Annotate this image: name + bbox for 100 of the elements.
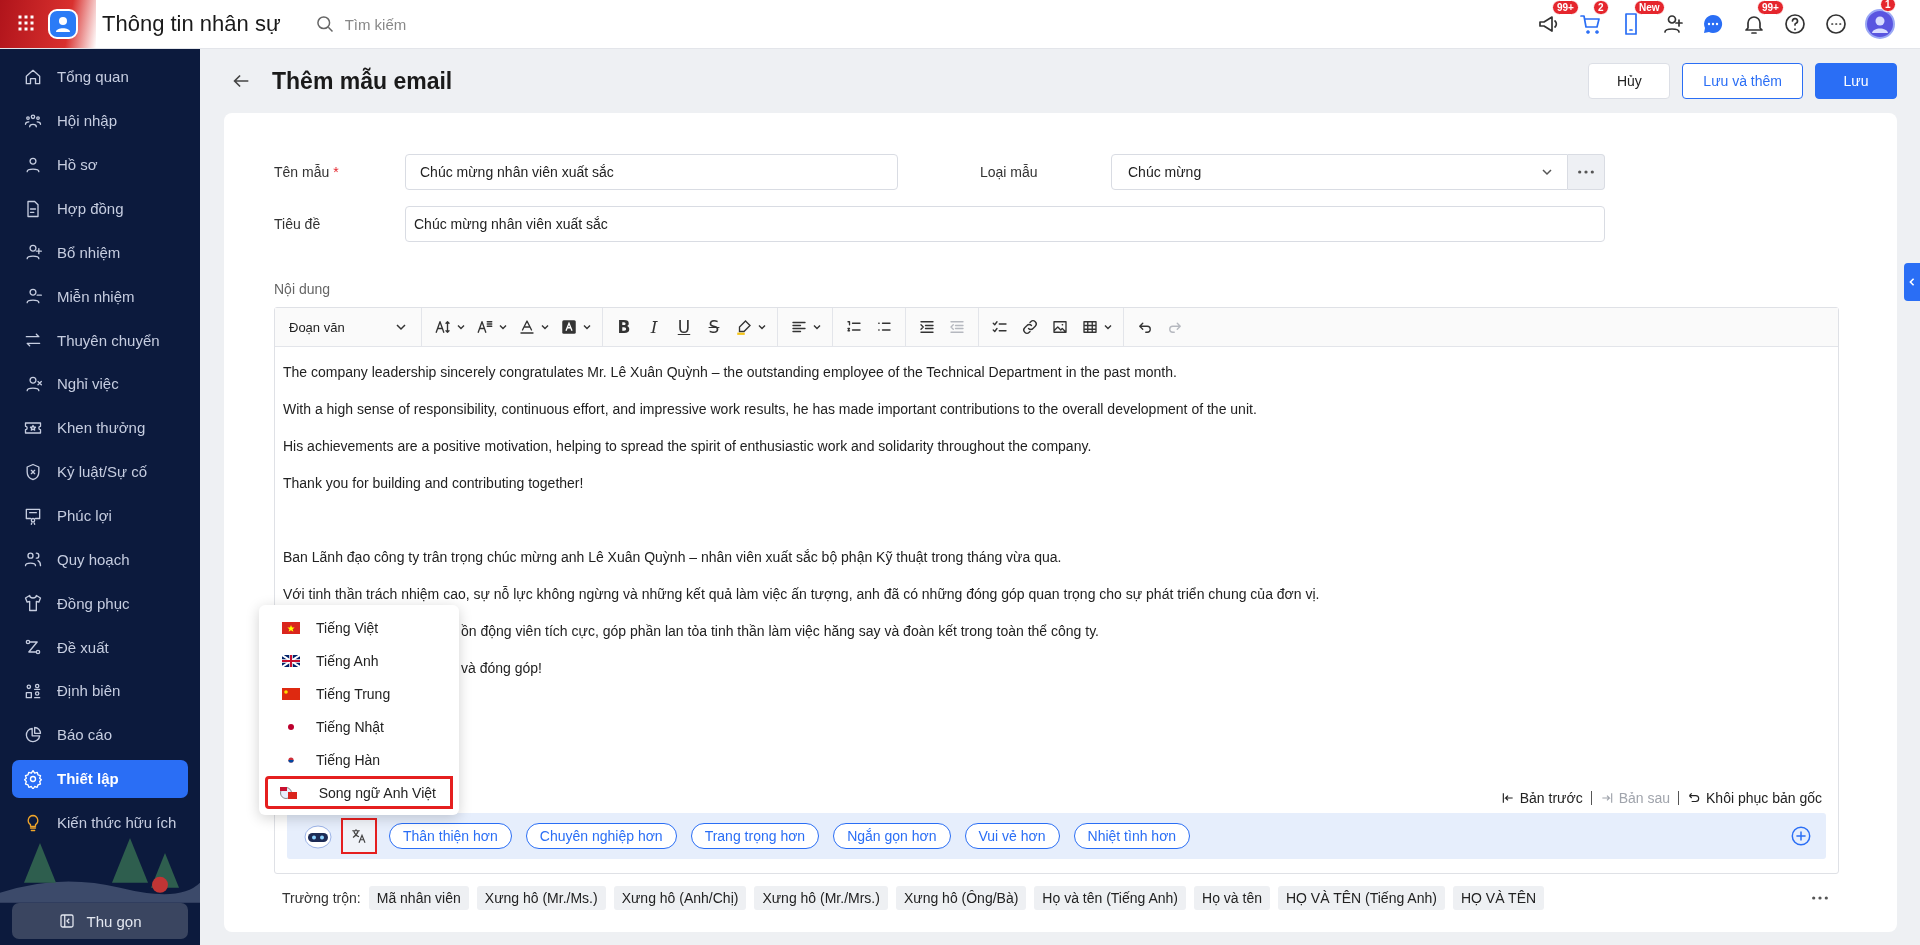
strikethrough-button[interactable]: S [701,313,727,341]
paragraph-style-dropdown[interactable]: Đoạn văn [281,312,413,342]
merge-field-tag[interactable]: Họ và tên [1194,886,1270,910]
rewrite-style-chip[interactable]: Ngắn gọn hơn [833,823,951,849]
chat-icon[interactable] [1701,12,1725,36]
language-option[interactable]: Tiếng Việt [265,611,453,644]
restore-version-button[interactable]: Khôi phục bản gốc [1685,790,1824,806]
paragraph: ồn động viên tích cực, góp phần lan tỏa tinh thần làm việc hăng say và đoàn kết trong toàn thể công ty. [461,622,1099,640]
count-badge: 1 [1880,0,1896,12]
language-option[interactable]: Tiếng Anh [265,644,453,677]
restore-icon [1687,791,1701,805]
field-label: Nội dung [274,281,332,299]
paragraph: His achievements are a positive motivation, helping to spread the spirit of enthusiastic work and solidarity throughout the company. [283,437,1092,455]
sidebar-item[interactable]: Hợp đồng [12,189,188,228]
sidebar-item[interactable]: Định biên [12,672,188,710]
side-panel-toggle[interactable] [1904,263,1920,301]
sidebar-item[interactable]: Bổ nhiệm [12,233,188,272]
sidebar-item[interactable]: Đồng phục [12,584,188,623]
count-badge: 99+ [1757,0,1784,15]
caret-icon [456,322,466,332]
cart-icon[interactable] [1578,12,1602,36]
more-icon[interactable] [1824,12,1848,36]
avatar-icon[interactable] [1865,9,1895,39]
merge-field-tag[interactable]: Xưng hô (Mr./Ms.) [476,886,606,910]
field-label: Loại mẫu [980,164,1039,180]
pie-chart-icon [23,724,43,745]
sidebar-item[interactable]: Phúc lợi [12,496,188,535]
next-icon [1599,791,1614,805]
shirt-icon [23,593,43,614]
field-label: Tiêu đề [274,216,322,232]
collapse-sidebar-button[interactable]: Thu gọn [12,903,188,940]
merge-field-tag[interactable]: Xưng hô (Anh/Chị) [613,886,747,910]
rewrite-style-chip[interactable]: Nhiệt tình hơn [1073,823,1191,849]
previous-icon [1500,791,1515,805]
underline-button[interactable]: U [671,313,697,341]
rewrite-style-chip[interactable]: Thân thiện hơn [389,823,512,849]
count-badge: 2 [1593,0,1609,15]
template-type-dropdown[interactable]: Chúc mừng [1111,154,1568,190]
language-option[interactable]: Song ngữ Anh Việt [265,776,453,809]
sidebar-item[interactable]: Đề xuất [12,628,188,667]
required-mark: * [333,164,339,180]
merge-field-tag[interactable]: HỌ VÀ TÊN [1452,886,1545,910]
merge-field-tag[interactable]: Xưng hô (Ông/Bà) [895,886,1027,910]
page-title: Thêm mẫu email [272,67,453,95]
rewrite-style-chip[interactable]: Chuyên nghiệp hơn [525,823,677,849]
rewrite-style-chip[interactable]: Trang trọng hơn [690,823,820,849]
paragraph: và đóng góp! [461,659,542,677]
sidebar-item[interactable]: Thuyên chuyển [12,321,188,359]
settings-icon [23,768,43,789]
vietnam-flag-icon [282,621,300,634]
previous-version-button[interactable]: Bản trước [1498,790,1585,806]
sidebar-item[interactable]: Báo cáo [12,715,188,754]
count-badge: 99+ [1552,0,1579,15]
caret-icon [540,322,550,332]
sidebar-item[interactable]: Hồ sơ [12,145,188,184]
rewrite-style-chip[interactable]: Vui vẻ hơn [964,823,1060,849]
bold-button[interactable]: B [611,313,637,341]
search-icon [314,14,335,34]
merge-fields-label: Trường trộn: [282,890,361,906]
paragraph: With a high sense of responsibility, continuous effort, and impressive work results, he has made important contributions to the overall development of the unit. [283,400,1257,418]
merge-field-tag[interactable]: Xưng hô (Mr./Mrs.) [754,886,888,910]
sidebar-item[interactable]: Hội nhập [12,101,188,140]
template-name-field[interactable]: Chúc mừng nhân viên xuất sắc [405,154,898,190]
help-icon[interactable] [1783,12,1807,36]
chevron-down-icon [395,321,407,333]
sidebar-item[interactable]: Kiến thức hữu ích [12,803,188,842]
cancel-button[interactable]: Hủy [1588,63,1671,99]
paragraph: The company leadership sincerely congratulates Mr. Lê Xuân Quỳnh – the outstanding employee of the Technical Department in the past month. [283,363,1177,381]
merge-field-tag[interactable]: Họ và tên (Tiếng Anh) [1034,886,1187,910]
caret-icon [812,322,822,332]
sidebar-item[interactable]: Thiết lập [12,759,188,798]
merge-field-tag[interactable]: HỌ VÀ TÊN (Tiếng Anh) [1277,886,1445,910]
italic-button[interactable]: I [641,313,667,341]
language-option[interactable]: Tiếng Hàn [265,743,453,776]
add-icon[interactable] [1790,825,1812,847]
save-button[interactable]: Lưu [1815,63,1897,99]
language-option[interactable]: Tiếng Trung [265,677,453,710]
app-logo-icon [48,9,78,39]
caret-icon [498,322,508,332]
apps-grid-icon[interactable] [18,15,36,33]
robot-icon [303,823,333,849]
save-and-add-button[interactable]: Lưu và thêm [1682,63,1803,99]
sidebar-item[interactable]: Khen thưởng [12,408,188,447]
more-icon [1577,169,1595,175]
collapse-icon [58,912,77,931]
translate-button[interactable] [341,818,377,854]
caret-icon [757,322,767,332]
merge-field-tag[interactable]: Mã nhân viên [368,886,469,910]
chevron-down-icon [1541,166,1553,178]
subject-field[interactable]: Chúc mừng nhân viên xuất sắc [405,206,1605,242]
field-label: Tên mẫu [274,164,330,180]
paragraph: Ban Lãnh đạo công ty trân trọng chúc mừng anh Lê Xuân Quỳnh – nhân viên xuất sắc bộ phận Kỹ thuật trong tháng vừa qua. [283,548,1062,566]
sidebar-item[interactable]: Miễn nhiệm [12,277,188,316]
sidebar-item[interactable]: Tổng quan [12,58,188,96]
sidebar-item[interactable]: Quy hoạch [12,540,188,579]
sidebar-item[interactable]: Kỷ luật/Sự cố [12,452,188,491]
language-option[interactable]: Tiếng Nhật [265,710,453,743]
sidebar-item[interactable]: Nghỉ việc [12,365,188,403]
more-icon[interactable] [1811,895,1829,901]
caret-icon [582,322,592,332]
